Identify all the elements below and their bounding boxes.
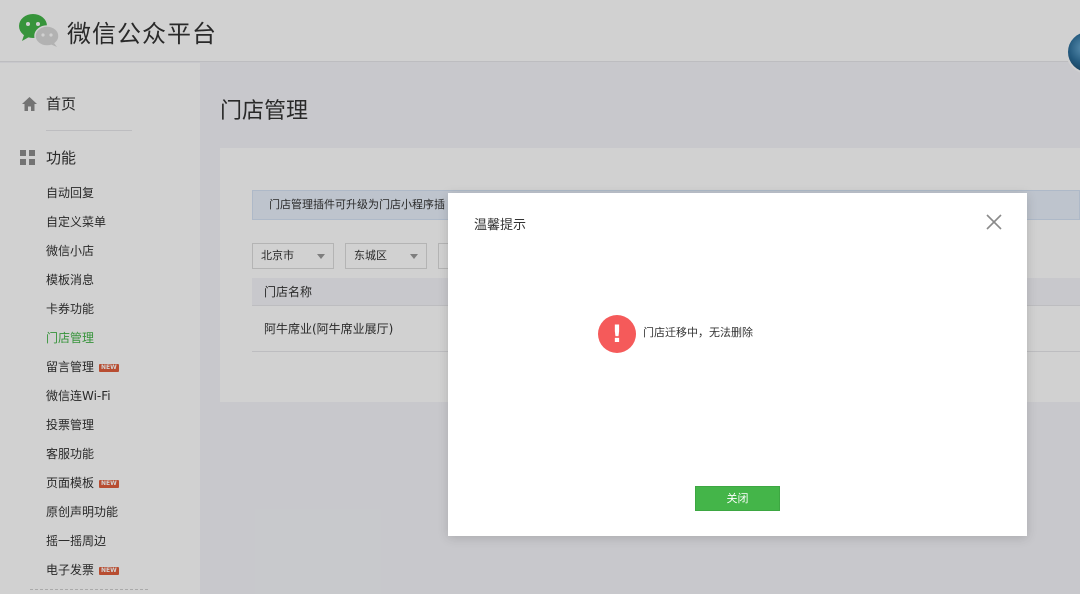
notice-dialog: 温馨提示 ! 门店迁移中，无法删除 关闭 <box>448 193 1027 536</box>
close-button[interactable]: 关闭 <box>695 486 780 511</box>
warning-icon: ! <box>598 315 636 353</box>
dialog-title: 温馨提示 <box>474 218 527 233</box>
dialog-message: 门店迁移中，无法删除 <box>643 326 753 339</box>
close-icon[interactable] <box>984 212 1004 232</box>
